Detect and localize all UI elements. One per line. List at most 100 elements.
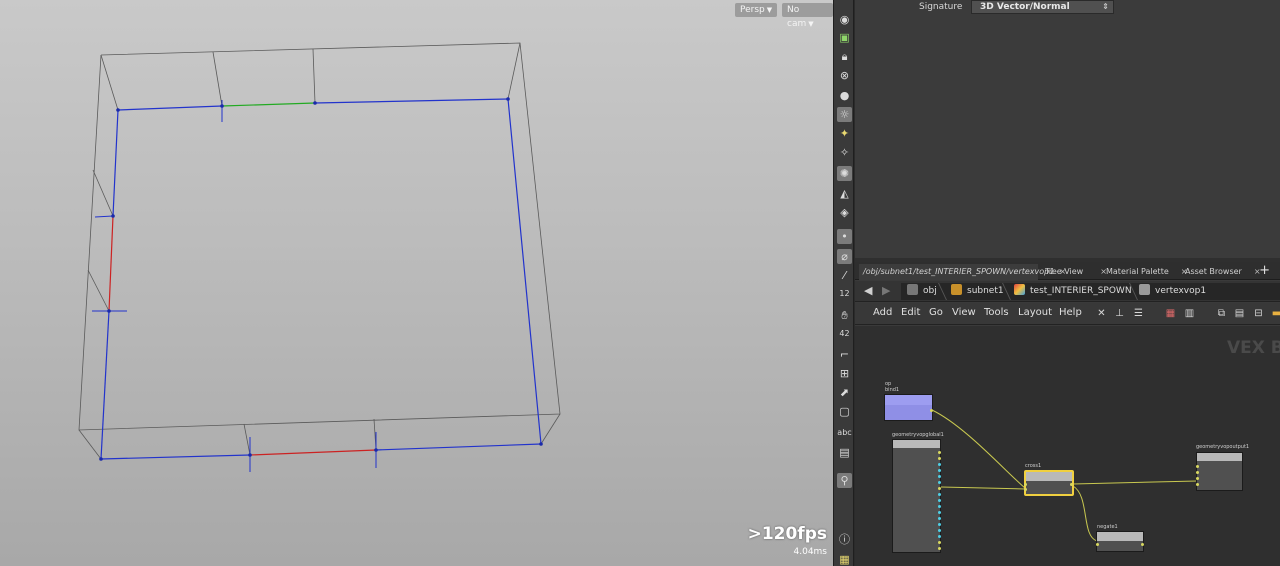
tab-asset-browser[interactable]: Asset Browser ×: [1181, 264, 1261, 280]
image-icon[interactable]: ▤: [837, 445, 852, 460]
tab-material-palette[interactable]: Material Palette ×: [1102, 264, 1187, 280]
input-connector[interactable]: [1096, 543, 1099, 546]
node-header: [1097, 532, 1143, 541]
output-connector[interactable]: [938, 475, 941, 478]
brush-icon[interactable]: ⌀: [837, 249, 852, 264]
eye-icon[interactable]: ◉: [837, 12, 852, 27]
menu-add[interactable]: Add: [873, 307, 892, 318]
menu-view[interactable]: View: [952, 307, 976, 318]
display-option-icon[interactable]: ⚲: [837, 473, 852, 488]
output-connector[interactable]: [938, 451, 941, 454]
wrench-icon[interactable]: ✕: [1095, 307, 1108, 320]
node-label-geometryvopglobal1: geometryvopglobal1: [892, 432, 944, 438]
back-arrow-icon[interactable]: ◀: [864, 284, 872, 297]
light-icon[interactable]: ✦: [837, 126, 852, 141]
output-connector[interactable]: [938, 469, 941, 472]
output-connector[interactable]: [938, 523, 941, 526]
hand-icon[interactable]: ✋︎: [837, 308, 852, 323]
input-connector[interactable]: [1196, 477, 1199, 480]
menu-tools[interactable]: Tools: [984, 307, 1009, 318]
breadcrumb-test-interier-spown[interactable]: test_INTERIER_SPOWN: [1014, 283, 1132, 300]
output-connector[interactable]: [938, 493, 941, 496]
output-connector[interactable]: [1141, 543, 1144, 546]
breadcrumb-obj[interactable]: obj: [907, 283, 937, 300]
tab-network-path[interactable]: /obj/subnet1/test_INTERIER_SPOWN/vertexv…: [859, 264, 1066, 280]
node-header: [885, 395, 932, 405]
output-connector[interactable]: [938, 547, 941, 550]
folder-icon: [907, 284, 918, 295]
network-view-icon[interactable]: ⧉: [1215, 307, 1228, 320]
render-icon[interactable]: ◈: [837, 205, 852, 220]
lighting-icon[interactable]: ✺: [837, 166, 852, 181]
node-geometryvopglobal1[interactable]: [892, 439, 941, 553]
breadcrumb-vertexvop1[interactable]: vertexvop1: [1139, 283, 1206, 300]
menu-go[interactable]: Go: [929, 307, 943, 318]
node-bind1[interactable]: [884, 394, 933, 421]
tree-icon[interactable]: ⊥: [1113, 307, 1126, 320]
output-connector[interactable]: [1070, 483, 1073, 486]
output-connector[interactable]: [938, 541, 941, 544]
node-negate1[interactable]: [1096, 531, 1144, 552]
text-icon[interactable]: abc: [834, 428, 855, 437]
persp-menu-button[interactable]: Persp ▼: [735, 3, 778, 17]
grid-icon[interactable]: ▦: [837, 552, 852, 566]
output-connector[interactable]: [938, 499, 941, 502]
uv-icon[interactable]: ⬈: [837, 385, 852, 400]
input-connector[interactable]: [1196, 483, 1199, 486]
parameter-icon[interactable]: ⊟: [1252, 307, 1265, 320]
output-connector[interactable]: [938, 481, 941, 484]
output-connector[interactable]: [938, 529, 941, 532]
info-icon[interactable]: ⓘ: [837, 532, 852, 547]
output-connector[interactable]: [938, 505, 941, 508]
square-icon[interactable]: ▢: [837, 404, 852, 419]
display-icon[interactable]: ▣: [837, 30, 852, 45]
sticky-note-icon[interactable]: ▤: [1233, 307, 1246, 320]
output-connector[interactable]: [938, 517, 941, 520]
measure-icon[interactable]: 42: [834, 329, 855, 338]
snap-icon[interactable]: ⊞: [837, 366, 852, 381]
menu-layout[interactable]: Layout: [1018, 307, 1052, 318]
lock-icon[interactable]: 🔒︎: [837, 49, 852, 64]
frame-time-readout: 4.04ms: [793, 547, 828, 557]
breadcrumb-subnet1[interactable]: subnet1: [951, 283, 1004, 300]
input-connector[interactable]: [1024, 483, 1027, 486]
bracket-icon[interactable]: ⌐: [837, 347, 852, 362]
input-connector[interactable]: [1196, 471, 1199, 474]
color-palette-icon[interactable]: ▦: [1164, 307, 1177, 320]
list-icon[interactable]: ☰: [1132, 307, 1145, 320]
node-header: [893, 440, 940, 448]
point-icon[interactable]: •: [837, 229, 852, 244]
node-cross1[interactable]: [1024, 470, 1074, 496]
output-connector[interactable]: [938, 457, 941, 460]
scene-viewport[interactable]: Persp ▼ No cam ▼ >120fps 4.04ms: [0, 0, 833, 566]
tab-tree-view[interactable]: Tree View ×: [1041, 264, 1107, 280]
breadcrumb: obj subnet1 test_INTERIER_SPOWN vertexvo…: [901, 283, 1280, 300]
node-body: [893, 448, 940, 552]
point-light-icon[interactable]: ✧: [837, 145, 852, 160]
output-connector[interactable]: [930, 409, 933, 412]
output-connector[interactable]: [938, 487, 941, 490]
subnet-icon: [951, 284, 962, 295]
forward-arrow-icon[interactable]: ▶: [882, 284, 890, 297]
network-editor[interactable]: VEX Bu op bind1 geometryvopglobal1: [855, 326, 1280, 566]
grid-view-icon[interactable]: ▥: [1183, 307, 1196, 320]
wand-icon[interactable]: ⁄: [837, 268, 852, 283]
menu-edit[interactable]: Edit: [901, 307, 920, 318]
camera-icon[interactable]: ◭: [837, 186, 852, 201]
input-connector[interactable]: [1024, 488, 1027, 491]
number-icon[interactable]: 12: [834, 289, 855, 298]
light-bulb-icon[interactable]: ☼: [837, 107, 852, 122]
node-geometryvopoutput1[interactable]: [1196, 452, 1243, 491]
output-connector[interactable]: [938, 535, 941, 538]
signature-select[interactable]: 3D Vector/Normal ⇕: [971, 0, 1114, 14]
node-body: [1197, 461, 1242, 490]
sphere-icon[interactable]: ●: [837, 88, 852, 103]
camera-menu-button[interactable]: No cam ▼: [782, 3, 833, 29]
add-tab-button[interactable]: +: [1259, 262, 1270, 280]
menu-help[interactable]: Help: [1059, 307, 1082, 318]
output-connector[interactable]: [938, 463, 941, 466]
folder-icon[interactable]: ▬: [1270, 307, 1280, 320]
output-connector[interactable]: [938, 511, 941, 514]
ghost-icon[interactable]: ⊗: [837, 68, 852, 83]
input-connector[interactable]: [1196, 465, 1199, 468]
